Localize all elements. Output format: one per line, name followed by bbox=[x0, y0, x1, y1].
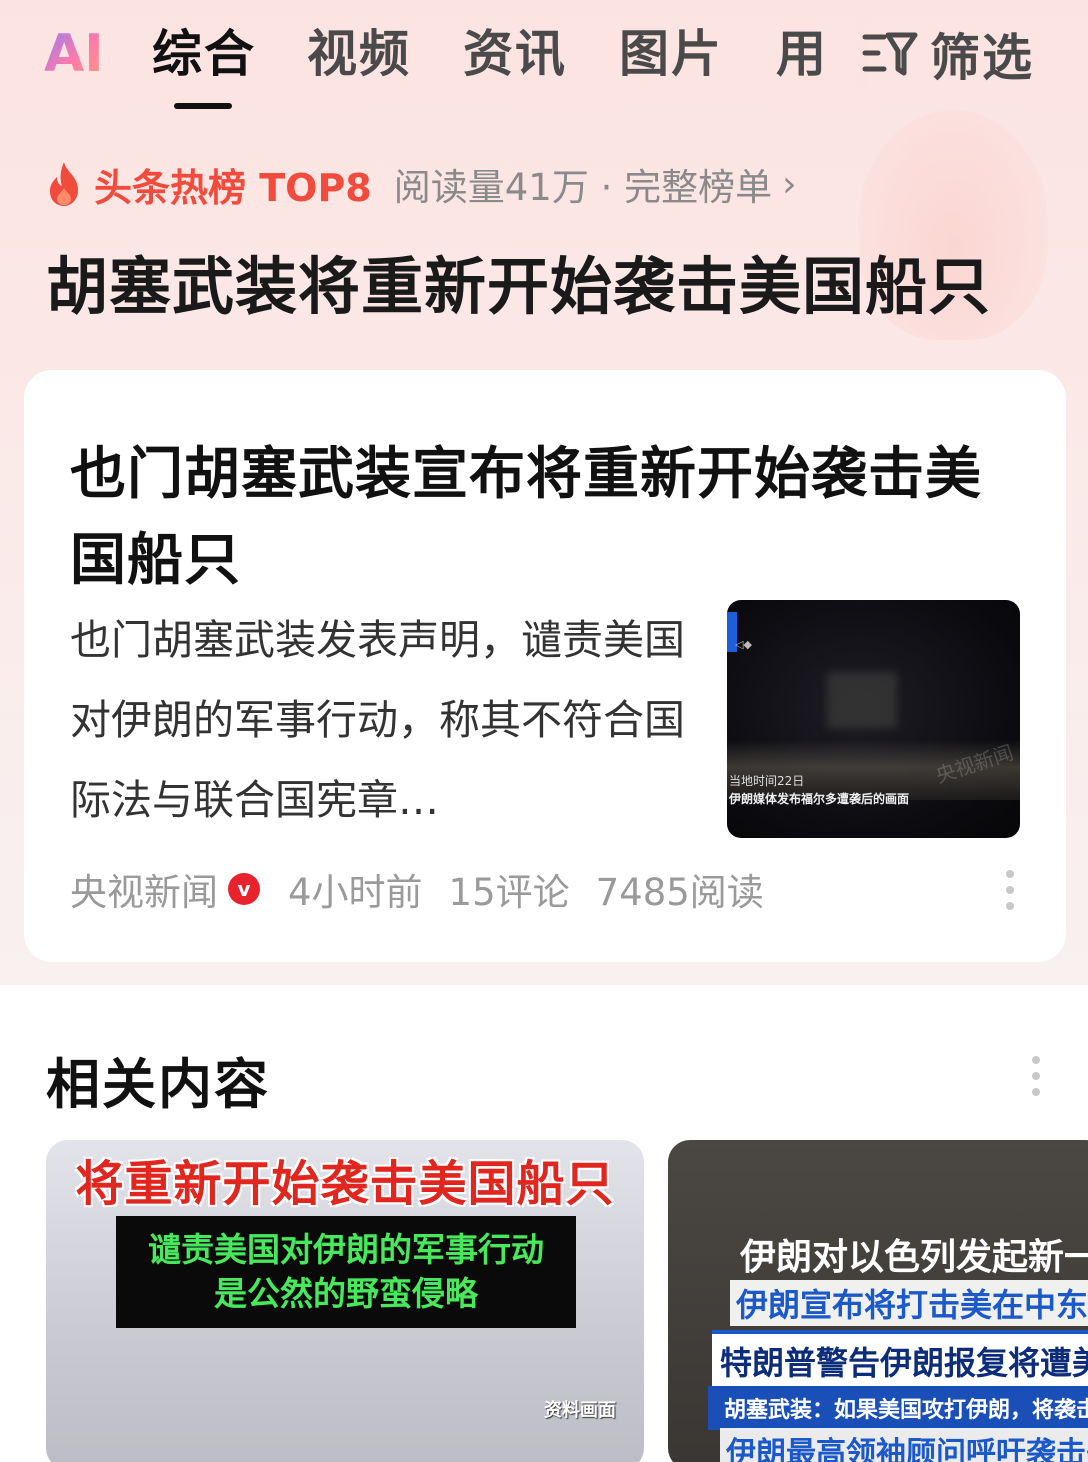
tab-ai[interactable]: AI bbox=[44, 22, 104, 86]
article-meta: 央视新闻 v 4小时前 15评论 7485阅读 bbox=[70, 864, 764, 914]
article-source[interactable]: 央视新闻 bbox=[70, 862, 218, 916]
filter-icon bbox=[862, 32, 918, 76]
search-header-area: AI 综合 视频 资讯 图片 用 筛选 头条热榜 TOP8 阅读量41万 · 完… bbox=[0, 0, 1088, 985]
article-time: 4小时前 bbox=[288, 871, 423, 914]
related-card-2-line5: 伊朗最高领袖顾问呼吁袭击美 bbox=[720, 1428, 1088, 1462]
related-card-1-caption-line2: 是公然的野蛮侵略 bbox=[214, 1274, 478, 1313]
tab-images[interactable]: 图片 bbox=[619, 22, 723, 86]
chevron-right-icon: › bbox=[782, 163, 797, 205]
article-description: 也门胡塞武装发表声明，谴责美国对伊朗的军事行动，称其不符合国际法与联合国宪章… bbox=[70, 616, 685, 824]
search-tabs: AI 综合 视频 资讯 图片 用 筛选 bbox=[0, 0, 1088, 110]
article-card[interactable]: 也门胡塞武装宣布将重新开始袭击美国船只 也门胡塞武装发表声明，谴责美国对伊朗的军… bbox=[24, 370, 1066, 962]
thumbnail-logo-icon: ◁◆ bbox=[735, 638, 752, 651]
article-title[interactable]: 也门胡塞武装宣布将重新开始袭击美国船只 bbox=[70, 432, 1000, 604]
more-options-icon[interactable] bbox=[1006, 870, 1014, 910]
related-card-2-line1: 伊朗对以色列发起新一 bbox=[740, 1237, 1088, 1278]
related-card-1-caption-line1: 谴责美国对伊朗的军事行动 bbox=[148, 1230, 544, 1269]
hot-rank-meta: 阅读量41万 · 完整榜单 bbox=[393, 166, 773, 209]
tab-comprehensive[interactable]: 综合 bbox=[152, 22, 256, 86]
filter-label: 筛选 bbox=[930, 29, 1034, 87]
hot-rank-link[interactable]: 头条热榜 TOP8 阅读量41万 · 完整榜单 › bbox=[44, 158, 797, 210]
thumbnail-caption-line2: 伊朗媒体发布福尔多遭袭后的画面 bbox=[729, 792, 910, 806]
related-more-icon[interactable] bbox=[1032, 1056, 1040, 1096]
filter-button[interactable]: 筛选 bbox=[862, 22, 1034, 87]
related-card-2-line4: 胡塞武装：如果美国攻打伊朗，将袭击 bbox=[708, 1386, 1088, 1430]
flame-icon bbox=[50, 162, 78, 206]
tab-video[interactable]: 视频 bbox=[307, 22, 411, 86]
verified-badge-icon: v bbox=[228, 873, 260, 905]
related-card-1-source-tag: 资料画面 bbox=[544, 1400, 616, 1421]
hot-rank-label: 头条热榜 TOP8 bbox=[94, 165, 372, 210]
article-comments: 15评论 bbox=[448, 871, 570, 914]
related-section-title: 相关内容 bbox=[46, 1053, 270, 1116]
article-thumbnail[interactable]: ◁◆ 央视新闻 当地时间22日 伊朗媒体发布福尔多遭袭后的画面 bbox=[727, 600, 1020, 838]
related-card-1-caption-box: 谴责美国对伊朗的军事行动 是公然的野蛮侵略 bbox=[116, 1216, 576, 1328]
thumbnail-shape bbox=[827, 672, 897, 728]
related-card-2-line2: 伊朗宣布将打击美在中东 bbox=[730, 1280, 1088, 1326]
related-card-1-headline: 将重新开始袭击美国船只 bbox=[75, 1156, 615, 1212]
hot-topic-title[interactable]: 胡塞武装将重新开始袭击美国船只 bbox=[46, 236, 991, 326]
article-reads: 7485阅读 bbox=[595, 871, 764, 914]
thumbnail-caption-line1: 当地时间22日 bbox=[729, 774, 805, 788]
related-card-1[interactable]: 将重新开始袭击美国船只 谴责美国对伊朗的军事行动 是公然的野蛮侵略 资料画面 bbox=[46, 1140, 644, 1462]
related-card-2-line3: 特朗普警告伊朗报复将遭美 bbox=[712, 1330, 1088, 1388]
active-tab-indicator bbox=[174, 103, 232, 109]
related-card-2[interactable]: 伊朗对以色列发起新一 伊朗宣布将打击美在中东 特朗普警告伊朗报复将遭美 胡塞武装… bbox=[668, 1140, 1088, 1462]
tab-news[interactable]: 资讯 bbox=[463, 22, 567, 86]
